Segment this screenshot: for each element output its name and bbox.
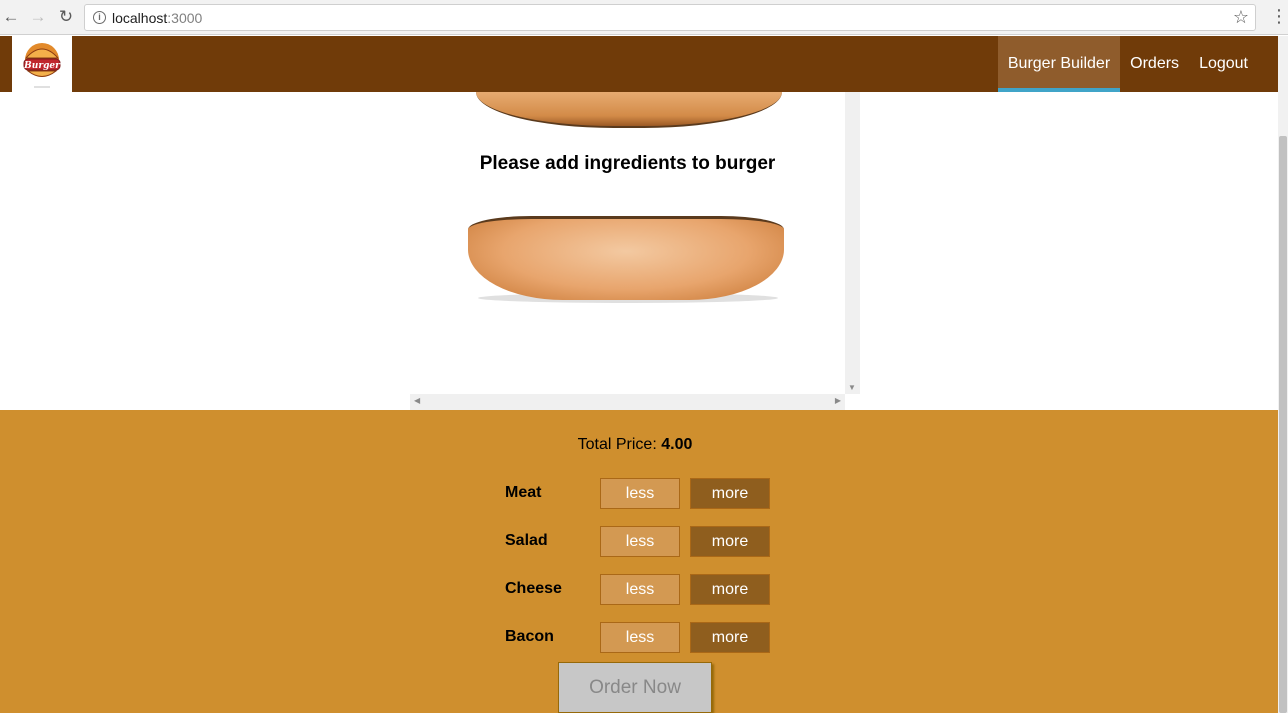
main-nav: Burger Builder Orders Logout: [997, 36, 1278, 92]
browser-menu-icon[interactable]: ⋮: [1270, 6, 1288, 27]
bread-bottom: [468, 216, 784, 300]
nav-orders[interactable]: Orders: [1120, 36, 1189, 92]
nav-burger-builder[interactable]: Burger Builder: [997, 36, 1121, 92]
page-scrollbar-thumb[interactable]: [1279, 136, 1287, 713]
scroll-left-icon[interactable]: ◀: [414, 396, 420, 405]
ingredient-label: Cheese: [505, 580, 562, 597]
reload-icon[interactable]: ↻: [55, 6, 77, 28]
forward-icon[interactable]: →: [27, 6, 49, 28]
address-bar[interactable]: i localhost:3000 ☆: [84, 4, 1256, 31]
url-text: localhost:3000: [112, 10, 202, 26]
price-value: 4.00: [661, 436, 693, 453]
bacon-less-button[interactable]: less: [600, 622, 680, 653]
url-host: localhost: [112, 10, 168, 26]
burger-vertical-scrollbar[interactable]: ▼: [845, 92, 860, 394]
logo-lettering: Burger: [23, 61, 61, 71]
burger-logo[interactable]: Burger: [12, 36, 72, 92]
info-icon[interactable]: i: [93, 11, 106, 24]
url-port: :3000: [167, 10, 203, 26]
scroll-right-icon[interactable]: ▶: [835, 396, 841, 405]
empty-burger-message: Please add ingredients to burger: [479, 153, 776, 174]
salad-more-button[interactable]: more: [690, 526, 770, 557]
ingredient-label: Salad: [505, 532, 548, 549]
back-icon[interactable]: ←: [0, 6, 22, 28]
ingredient-label: Bacon: [505, 628, 554, 645]
meat-less-button[interactable]: less: [600, 478, 680, 509]
build-controls: Total Price: 4.00 Meat less more Salad l…: [0, 410, 1278, 713]
burger-logo-icon: Burger: [23, 43, 61, 88]
total-price: Total Price: 4.00: [0, 436, 1270, 454]
scroll-down-icon[interactable]: ▼: [848, 383, 856, 392]
order-now-button[interactable]: Order Now: [558, 662, 712, 713]
cheese-less-button[interactable]: less: [600, 574, 680, 605]
ingredient-label: Meat: [505, 484, 542, 501]
meat-more-button[interactable]: more: [690, 478, 770, 509]
nav-logout[interactable]: Logout: [1189, 36, 1278, 92]
app-toolbar: Burger Burger Builder Orders Logout: [0, 36, 1278, 92]
price-label: Total Price:: [577, 436, 657, 453]
bookmark-star-icon[interactable]: ☆: [1233, 7, 1249, 28]
bacon-more-button[interactable]: more: [690, 622, 770, 653]
burger-horizontal-scrollbar[interactable]: ◀ ▶: [410, 394, 845, 410]
browser-toolbar: ← → ↻ i localhost:3000 ☆ ⋮: [0, 0, 1288, 35]
cheese-more-button[interactable]: more: [690, 574, 770, 605]
page-scrollbar[interactable]: [1278, 36, 1288, 713]
salad-less-button[interactable]: less: [600, 526, 680, 557]
